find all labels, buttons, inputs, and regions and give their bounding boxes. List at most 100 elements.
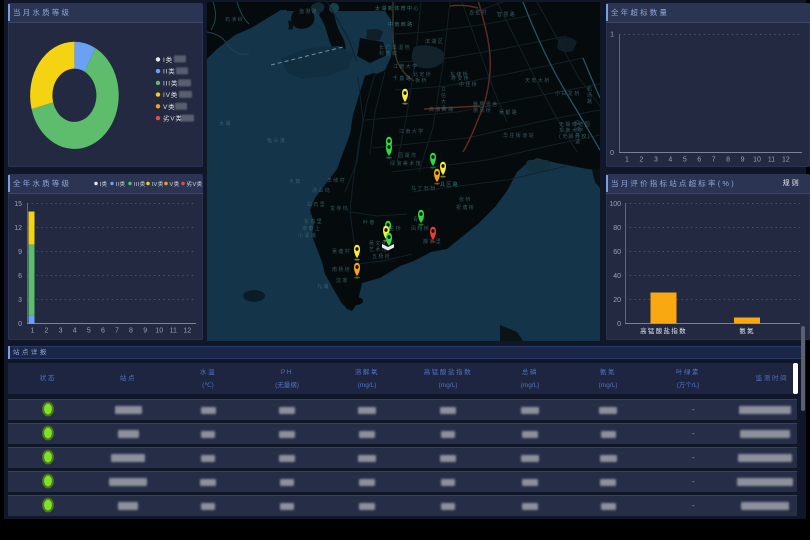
svg-text:氨氮: 氨氮 (739, 326, 755, 335)
svg-text:IV类: IV类 (152, 180, 164, 188)
svg-text:80: 80 (613, 225, 621, 232)
svg-text:乌丁石桥: 乌丁石桥 (411, 185, 437, 192)
svg-text:0: 0 (617, 321, 621, 328)
svg-text:4: 4 (668, 157, 672, 164)
svg-text:6: 6 (101, 328, 105, 335)
svg-text:龟头渚: 龟头渚 (267, 137, 286, 144)
svg-text:60: 60 (613, 249, 621, 256)
svg-text:中南西路: 中南西路 (388, 21, 414, 28)
svg-text:20: 20 (613, 297, 621, 304)
svg-text:0: 0 (18, 321, 22, 328)
svg-text:6: 6 (18, 273, 22, 280)
svg-text:V类: V类 (170, 180, 180, 188)
svg-text:科教城: 科教城 (379, 50, 398, 57)
svg-text:劣V类: 劣V类 (163, 114, 183, 123)
svg-text:凤翔桥: 凤翔桥 (411, 225, 430, 232)
svg-text:1: 1 (31, 328, 35, 335)
svg-text:北定桥: 北定桥 (413, 71, 432, 78)
svg-text:石渎岭: 石渎岭 (225, 16, 244, 23)
svg-text:华庄街道站: 华庄街道站 (503, 132, 535, 139)
svg-text:南泰上: 南泰上 (302, 225, 321, 232)
svg-text:40: 40 (613, 273, 621, 280)
svg-text:IV类: IV类 (163, 90, 178, 99)
svg-text:中佳桥: 中佳桥 (459, 81, 478, 88)
svg-text:惠风桥: 惠风桥 (473, 107, 492, 114)
svg-text:12: 12 (184, 328, 192, 335)
svg-text:具区路: 具区路 (440, 181, 459, 188)
svg-text:江南大学: 江南大学 (399, 128, 425, 135)
svg-text:龙寺坞: 龙寺坞 (330, 205, 349, 212)
svg-text:立信大道: 立信大道 (440, 85, 446, 111)
svg-text:9: 9 (741, 157, 745, 164)
svg-text:10: 10 (753, 157, 761, 164)
svg-text:张桥: 张桥 (459, 196, 472, 203)
svg-text:2: 2 (639, 157, 643, 164)
svg-text:园湖湾: 园湖湾 (398, 152, 417, 159)
svg-text:板桥: 板桥 (415, 77, 428, 84)
svg-text:II类: II类 (163, 67, 176, 76)
svg-text:I类: I类 (163, 55, 173, 64)
svg-text:8: 8 (726, 157, 730, 164)
svg-text:1: 1 (610, 32, 614, 39)
svg-text:12: 12 (14, 225, 22, 232)
svg-text:2: 2 (45, 328, 49, 335)
svg-text:10: 10 (155, 328, 163, 335)
svg-text:太湖: 太湖 (219, 120, 232, 127)
svg-text:100: 100 (609, 201, 621, 208)
svg-text:智慧路: 智慧路 (497, 11, 516, 18)
svg-text:高锰酸盐指数: 高锰酸盐指数 (640, 326, 687, 335)
svg-text:东鸡里: 东鸡里 (304, 218, 323, 225)
svg-text:5: 5 (87, 328, 91, 335)
svg-text:渔港路: 渔港路 (299, 8, 318, 15)
svg-text:III类: III类 (134, 180, 146, 188)
svg-text:3: 3 (18, 297, 22, 304)
svg-text:3: 3 (654, 157, 658, 164)
svg-text:九浦: 九浦 (317, 283, 330, 290)
svg-text:11: 11 (170, 328, 177, 335)
svg-text:天安大桥: 天安大桥 (525, 77, 551, 84)
svg-text:9: 9 (143, 328, 147, 335)
svg-text:9: 9 (18, 249, 22, 256)
svg-text:7: 7 (115, 328, 119, 335)
svg-text:祝塘桥: 祝塘桥 (456, 204, 475, 211)
svg-text:绕城高速: 绕城高速 (574, 119, 580, 145)
svg-text:劣V类: 劣V类 (187, 180, 203, 188)
svg-text:滨湖区: 滨湖区 (425, 38, 444, 45)
svg-text:江南大学: 江南大学 (393, 63, 419, 70)
svg-text:3: 3 (59, 328, 63, 335)
svg-text:1: 1 (625, 157, 629, 164)
svg-text:12: 12 (782, 157, 790, 164)
svg-text:白石里: 白石里 (307, 201, 326, 208)
svg-text:绿浪美术馆: 绿浪美术馆 (390, 160, 422, 167)
svg-text:东南大学: 东南大学 (559, 127, 585, 134)
svg-text:I类: I类 (100, 180, 108, 188)
svg-text:千鑫路: 千鑫路 (393, 75, 412, 82)
svg-text:吴都路: 吴都路 (499, 109, 518, 116)
svg-text:II类: II类 (116, 180, 126, 188)
svg-text:五杨桥: 五杨桥 (372, 253, 391, 260)
svg-text:叶巷: 叶巷 (363, 219, 376, 226)
svg-text:汤山坞: 汤山坞 (312, 187, 331, 194)
svg-text:太湖新体育中心: 太湖新体育中心 (375, 5, 420, 12)
svg-text:大箕: 大箕 (289, 178, 302, 185)
svg-text:小溪浦: 小溪浦 (298, 232, 317, 239)
svg-text:11: 11 (768, 157, 775, 164)
svg-text:机场路: 机场路 (586, 85, 592, 105)
svg-text:5: 5 (683, 157, 687, 164)
svg-text:0: 0 (610, 150, 614, 157)
svg-text:8: 8 (129, 328, 133, 335)
svg-text:小曰龙桥: 小曰龙桥 (555, 90, 581, 97)
svg-text:6: 6 (697, 157, 701, 164)
svg-text:15: 15 (14, 201, 22, 208)
svg-text:长广溪湿地: 长广溪湿地 (379, 44, 411, 51)
svg-text:雅居壹舍: 雅居壹舍 (473, 101, 499, 108)
svg-text:V类: V类 (163, 102, 175, 111)
svg-text:羊岐村: 羊岐村 (327, 177, 346, 184)
svg-text:7: 7 (712, 157, 716, 164)
svg-text:吴塘村: 吴塘村 (332, 248, 351, 255)
svg-text:III类: III类 (163, 78, 178, 87)
svg-text:4: 4 (73, 328, 77, 335)
svg-text:沈家: 沈家 (336, 277, 349, 284)
svg-text:南杨桥: 南杨桥 (332, 266, 351, 273)
svg-text:五星村: 五星村 (469, 9, 488, 16)
